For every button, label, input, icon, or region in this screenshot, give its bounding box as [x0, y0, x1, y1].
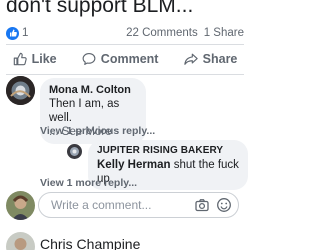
- comment-text: Then I am, as well.: [49, 98, 120, 124]
- tagged-name[interactable]: Kelly Herman: [97, 159, 171, 171]
- like-label: Like: [31, 52, 57, 66]
- speech-bubble-icon: [82, 52, 96, 66]
- comment-composer[interactable]: [38, 192, 239, 218]
- view-more-replies-link[interactable]: View 1 more reply...: [40, 177, 137, 189]
- comment-author[interactable]: Mona M. Colton: [49, 83, 137, 97]
- view-previous-replies-link[interactable]: View 1 previous reply...: [40, 125, 155, 137]
- post-action-bar: Like Comment Share: [0, 45, 250, 73]
- avatar[interactable]: [6, 232, 35, 250]
- share-arrow-icon: [183, 52, 198, 66]
- like-button[interactable]: Like: [13, 52, 57, 66]
- avatar[interactable]: [67, 144, 82, 159]
- emoji-icon[interactable]: [216, 197, 232, 213]
- camera-icon[interactable]: [194, 197, 210, 213]
- thumbs-up-icon: [13, 52, 27, 66]
- comment-author[interactable]: Chris Champine: [40, 236, 140, 250]
- avatar[interactable]: [6, 76, 35, 105]
- reaction-count: 1: [22, 27, 29, 39]
- comment-button[interactable]: Comment: [82, 52, 159, 66]
- reply-author[interactable]: JUPITER RISING BAKERY: [97, 144, 239, 158]
- reaction-summary[interactable]: 1 22 Comments 1 Share: [6, 24, 244, 42]
- comment-thread-screen: don't support BLM... 1 22 Comments 1 Sha…: [0, 0, 250, 250]
- post-headline: don't support BLM...: [6, 0, 194, 17]
- comment-label: Comment: [100, 52, 159, 66]
- write-comment-input[interactable]: [49, 197, 194, 213]
- share-label: Share: [202, 52, 238, 66]
- divider: [6, 74, 244, 75]
- comments-count-link[interactable]: 22 Comments: [126, 27, 198, 39]
- shares-count-link[interactable]: 1 Share: [204, 27, 244, 39]
- avatar: [6, 191, 35, 220]
- share-button[interactable]: Share: [183, 52, 238, 66]
- like-reaction-icon: [6, 26, 19, 40]
